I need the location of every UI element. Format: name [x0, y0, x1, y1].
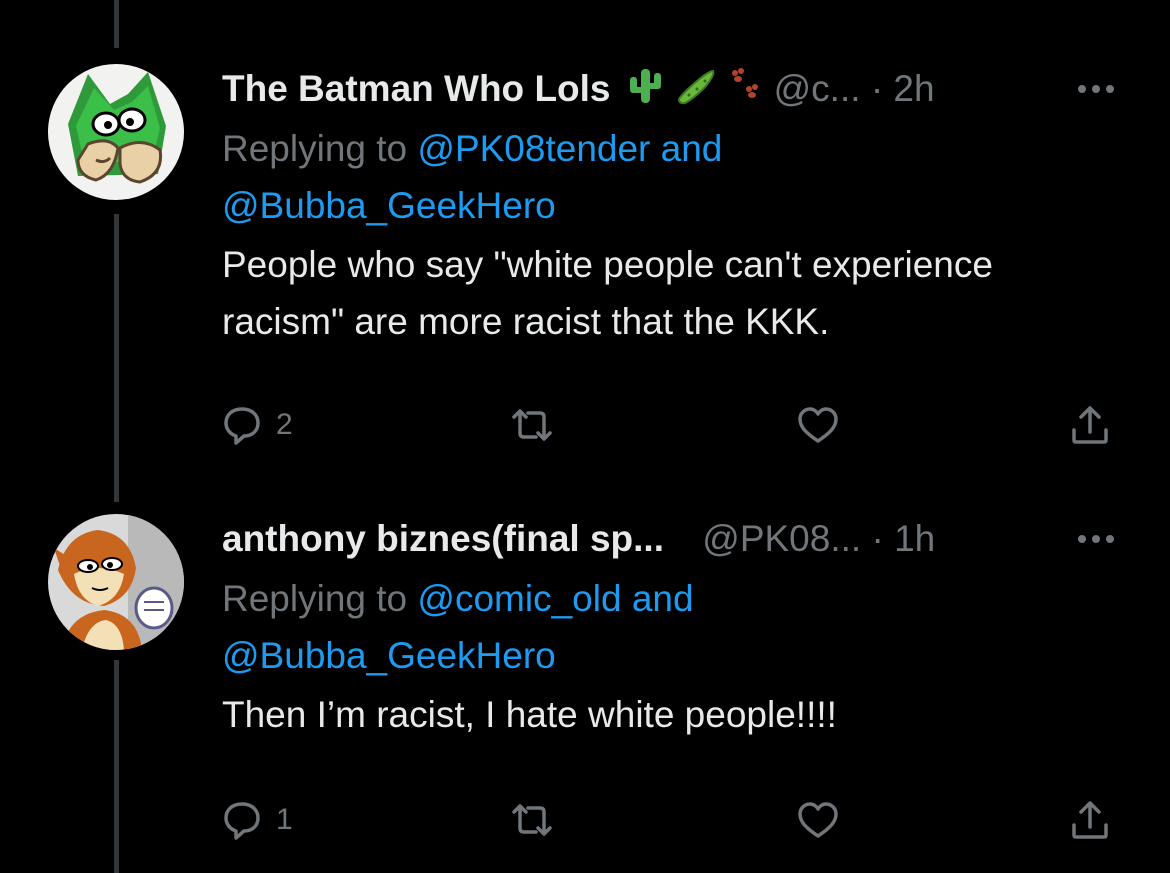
retweet-button[interactable] — [510, 795, 568, 845]
replying-to: Replying to @comic_old and @Bubba_GeekHe… — [222, 570, 1120, 684]
retweet-button[interactable] — [510, 400, 568, 450]
timestamp[interactable]: 2h — [893, 68, 934, 109]
tweet-header: anthony biznes(final sp... @PK08... · 1h — [222, 514, 1120, 564]
share-icon — [1070, 799, 1110, 841]
replying-to: Replying to @PK08tender and @Bubba_GeekH… — [222, 120, 1120, 234]
display-name[interactable]: anthony biznes(final sp... — [222, 518, 664, 559]
handle[interactable]: @c... — [774, 68, 861, 109]
cactus-emoji — [625, 65, 665, 118]
display-name[interactable]: The Batman Who Lols — [222, 68, 611, 109]
avatar-image — [48, 514, 184, 650]
mention-joiner: and — [660, 128, 723, 169]
avatar[interactable] — [48, 514, 184, 650]
mention-joiner: and — [631, 578, 694, 619]
reply-icon — [222, 800, 262, 840]
share-button[interactable] — [1070, 400, 1110, 450]
avatar-image — [48, 64, 184, 200]
separator-dot: · — [870, 68, 884, 109]
tweet-text: Then I’m racist, I hate white people!!!! — [222, 694, 837, 735]
action-bar: 1 — [222, 795, 1120, 845]
paw-prints-emoji — [727, 65, 763, 118]
separator-dot: · — [871, 518, 884, 559]
replying-prefix: Replying to — [222, 578, 408, 619]
reply-count: 1 — [276, 803, 293, 836]
mention-link[interactable]: @PK08tender — [417, 128, 650, 169]
more-icon[interactable] — [1072, 514, 1120, 564]
retweet-icon — [510, 800, 554, 840]
share-button[interactable] — [1070, 795, 1110, 845]
reply-button[interactable]: 1 — [222, 795, 293, 845]
reply-count: 2 — [276, 408, 293, 441]
retweet-icon — [510, 405, 554, 445]
tweet-header: The Batman Who Lols @c... · 2h — [222, 64, 1120, 114]
timestamp[interactable]: 1h — [894, 518, 935, 559]
share-icon — [1070, 404, 1110, 446]
mention-link[interactable]: @Bubba_GeekHero — [222, 185, 556, 226]
tweet-text: People who say "white people can't exper… — [222, 244, 993, 342]
reply-button[interactable]: 2 — [222, 400, 293, 450]
like-button[interactable] — [796, 400, 854, 450]
like-button[interactable] — [796, 795, 854, 845]
more-icon[interactable] — [1072, 64, 1120, 114]
reply-icon — [222, 405, 262, 445]
handle[interactable]: @PK08... — [702, 518, 861, 559]
mention-link[interactable]: @Bubba_GeekHero — [222, 635, 556, 676]
mention-link[interactable]: @comic_old — [417, 578, 621, 619]
like-icon — [796, 800, 840, 840]
replying-prefix: Replying to — [222, 128, 408, 169]
avatar[interactable] — [48, 64, 184, 200]
like-icon — [796, 405, 840, 445]
tweet[interactable]: The Batman Who Lols @c... · 2h Replying … — [0, 0, 1170, 480]
tweet[interactable]: anthony biznes(final sp... @PK08... · 1h… — [0, 480, 1170, 873]
action-bar: 2 — [222, 400, 1120, 450]
cucumber-emoji — [675, 65, 717, 118]
